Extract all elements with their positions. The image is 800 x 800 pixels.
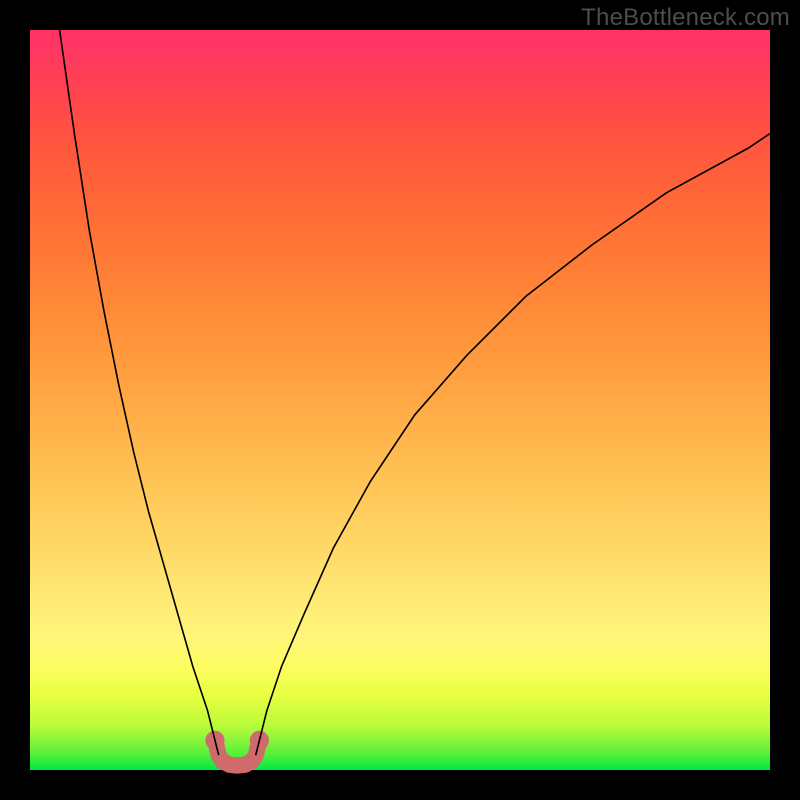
- watermark-text: TheBottleneck.com: [581, 4, 790, 32]
- chart-svg: [30, 30, 770, 770]
- plot-area: [30, 30, 770, 770]
- right-curve-path: [256, 134, 770, 756]
- left-curve-path: [60, 30, 219, 755]
- chart-frame: TheBottleneck.com: [0, 0, 800, 800]
